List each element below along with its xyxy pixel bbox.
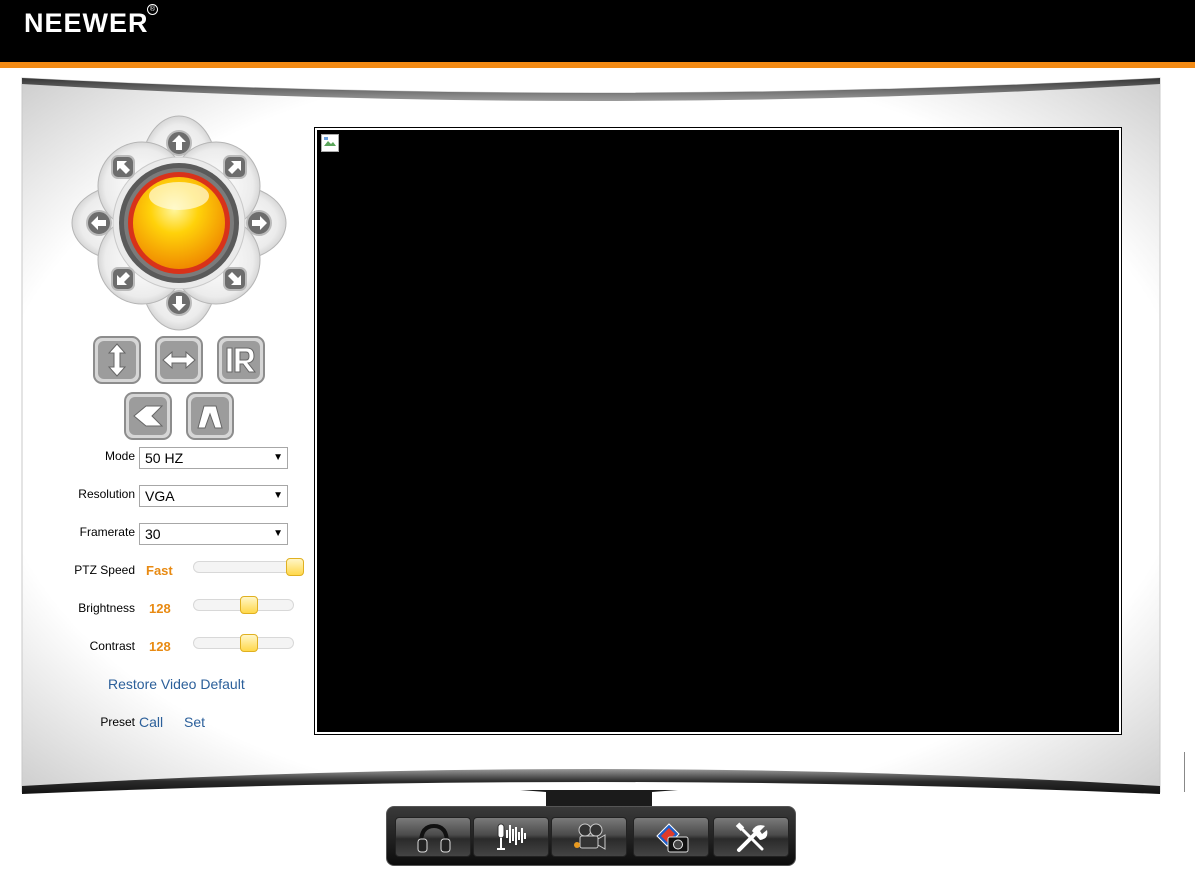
- up-left-arrow-icon: [111, 155, 135, 179]
- right-arrow-icon: [246, 210, 272, 236]
- restore-video-default-link[interactable]: Restore Video Default: [108, 676, 245, 692]
- snapshot-button[interactable]: [633, 817, 709, 857]
- audio-listen-button[interactable]: [395, 817, 471, 857]
- mode-label: Mode: [104, 449, 135, 463]
- video-viewport[interactable]: [314, 127, 1122, 735]
- snapshot-icon: [656, 823, 689, 853]
- resolution-select[interactable]: VGA ▼: [139, 485, 288, 507]
- contrast-slider-thumb[interactable]: [240, 634, 258, 652]
- ptz-speed-slider[interactable]: [193, 558, 304, 576]
- up-right-arrow-icon: [223, 155, 247, 179]
- framerate-label: Framerate: [79, 525, 135, 539]
- brand-logo: NEEWER: [24, 8, 149, 38]
- ptz-speed-value: Fast: [146, 563, 173, 578]
- ptz-speed-label: PTZ Speed: [74, 563, 135, 577]
- record-video-button[interactable]: [551, 817, 627, 857]
- left-chevron-icon: [124, 392, 172, 440]
- chevron-down-icon: ▼: [273, 490, 283, 501]
- resolution-value: VGA: [145, 488, 175, 504]
- brightness-slider-thumb[interactable]: [240, 596, 258, 614]
- broken-image-icon: [321, 134, 339, 152]
- framerate-value: 30: [145, 526, 161, 542]
- preset-set-link[interactable]: Set: [184, 714, 205, 730]
- down-left-arrow-icon: [111, 267, 135, 291]
- horizontal-flip-button[interactable]: [155, 336, 203, 384]
- ir-icon: [217, 336, 265, 384]
- brightness-value: 128: [149, 601, 171, 616]
- left-cruise-button[interactable]: [124, 392, 172, 440]
- contrast-label: Contrast: [89, 639, 135, 653]
- tools-icon: [735, 822, 768, 852]
- framerate-select[interactable]: 30 ▼: [139, 523, 288, 545]
- down-right-arrow-icon: [223, 267, 247, 291]
- microphone-icon: [497, 823, 526, 850]
- preset-label: Preset: [100, 715, 135, 729]
- contrast-slider[interactable]: [193, 634, 294, 652]
- ir-button[interactable]: [217, 336, 265, 384]
- left-arrow-icon: [86, 210, 112, 236]
- ptz-right-button[interactable]: [244, 208, 274, 238]
- brightness-label: Brightness: [78, 601, 135, 615]
- ptz-up-button[interactable]: [164, 128, 194, 158]
- ptz-down-button[interactable]: [164, 288, 194, 318]
- headphones-icon: [417, 823, 451, 853]
- ptz-left-button[interactable]: [84, 208, 114, 238]
- up-arrow-icon: [166, 130, 192, 156]
- microphone-button[interactable]: [473, 817, 549, 857]
- resolution-label: Resolution: [78, 487, 135, 501]
- preset-call-link[interactable]: Call: [139, 714, 163, 730]
- vertical-flip-button[interactable]: [93, 336, 141, 384]
- vertical-flip-icon: [93, 336, 141, 384]
- registered-mark: ®: [147, 4, 158, 15]
- ptz-speed-slider-thumb[interactable]: [286, 558, 304, 576]
- chevron-down-icon: ▼: [273, 452, 283, 463]
- bottom-toolbar: [386, 806, 796, 866]
- brightness-slider[interactable]: [193, 596, 294, 614]
- video-camera-icon: [574, 823, 606, 850]
- ptz-control: [68, 112, 290, 334]
- ptz-down-left-button[interactable]: [108, 264, 138, 294]
- mode-select[interactable]: 50 HZ ▼: [139, 447, 288, 469]
- ptz-down-right-button[interactable]: [220, 264, 250, 294]
- up-chevron-icon: [186, 392, 234, 440]
- contrast-value: 128: [149, 639, 171, 654]
- up-cruise-button[interactable]: [186, 392, 234, 440]
- ptz-up-right-button[interactable]: [220, 152, 250, 182]
- settings-button[interactable]: [713, 817, 789, 857]
- ptz-up-left-button[interactable]: [108, 152, 138, 182]
- chevron-down-icon: ▼: [273, 528, 283, 539]
- mode-value: 50 HZ: [145, 450, 184, 466]
- horizontal-flip-icon: [155, 336, 203, 384]
- down-arrow-icon: [166, 290, 192, 316]
- header-bar: NEEWER ®: [0, 0, 1195, 62]
